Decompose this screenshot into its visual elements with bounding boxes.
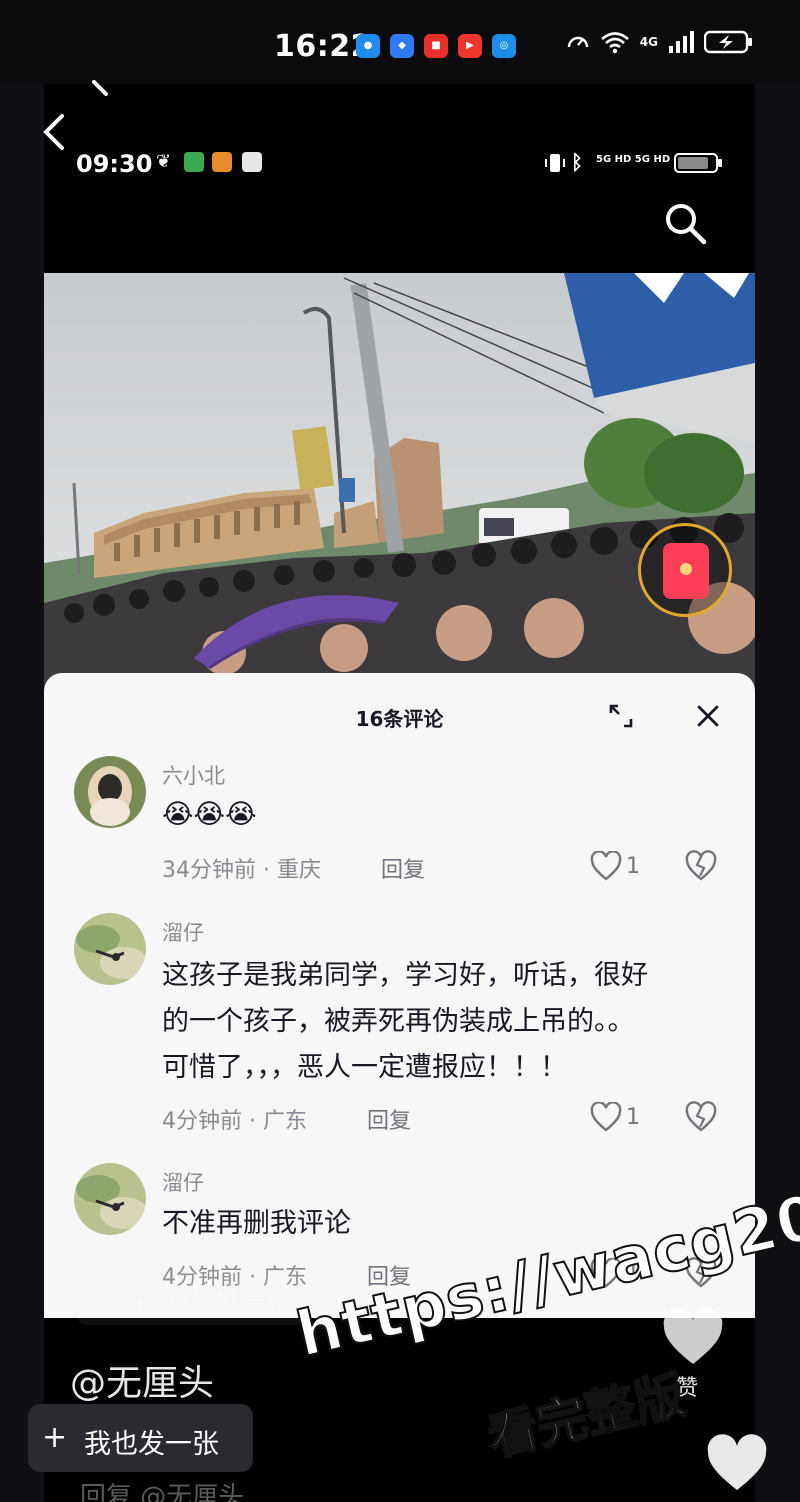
inner-battery-icon <box>674 153 722 173</box>
ghost-post-button: + 我也发一张 <box>78 1270 303 1325</box>
avatar[interactable] <box>74 1163 146 1235</box>
ghost-post-text: 我也发一张 <box>164 1287 290 1316</box>
post-one-label: 我也发一张 <box>84 1429 219 1460</box>
avatar[interactable] <box>74 756 146 828</box>
comment-text: 😭😭😭 <box>162 799 257 830</box>
ghost-post-label: + 我也发一张 <box>130 1282 290 1318</box>
frame-right <box>755 84 800 1502</box>
post-one-button[interactable]: + 我也发一张 <box>28 1404 253 1472</box>
like-button[interactable]: 1 <box>590 1099 650 1135</box>
inner-network: 5G HD 5G HD <box>596 154 671 165</box>
network-type: 4G <box>639 35 658 49</box>
close-icon[interactable] <box>695 703 721 729</box>
comment-text-line: 可惜了，，，恶人一定遭报应！！！ <box>162 1052 567 1083</box>
search-icon[interactable] <box>662 200 708 246</box>
avatar[interactable] <box>74 913 146 985</box>
chat-icon: ❦ <box>156 151 172 172</box>
inner-status-bar: 09:30 ❦ ᛒ 5G HD 5G HD <box>44 138 755 188</box>
comment-text-line: 这孩子是我弟同学，学习好，听话，很好 <box>162 960 648 991</box>
comments-title: 16条评论 <box>355 707 444 731</box>
mail-icon <box>242 152 262 172</box>
heart-icon <box>590 851 622 881</box>
dislike-icon[interactable] <box>684 1099 718 1133</box>
post-photo[interactable] <box>44 273 755 703</box>
video-icon: ▶ <box>458 34 482 58</box>
speed-icon <box>567 36 588 48</box>
shield-icon: ◆ <box>390 34 414 58</box>
plus-icon: + <box>42 1420 68 1455</box>
outer-status-bar: 16:22 ● ◆ ■ ▶ ◎ 4G <box>0 0 800 84</box>
crowd-scene-image <box>44 273 755 703</box>
comment-username[interactable]: 溜仔 <box>162 1167 204 1197</box>
battery-charging-icon <box>704 30 752 54</box>
wifi-icon <box>600 32 629 54</box>
like-count: 1 <box>626 1104 640 1130</box>
bluetooth-icon: ᛒ <box>571 150 583 174</box>
signal-icon <box>669 31 694 53</box>
author-name[interactable]: @无厘头 <box>70 1354 214 1406</box>
comment-username[interactable]: 六小北 <box>162 760 225 790</box>
message-icon: ● <box>356 34 380 58</box>
reply-button[interactable]: 回复 <box>381 852 425 884</box>
comment-meta: 4分钟前 · 广东 <box>162 1109 307 1134</box>
app-icon <box>184 152 204 172</box>
reply-button[interactable]: 回复 <box>367 1103 411 1135</box>
red-envelope-icon <box>663 543 709 599</box>
comment-meta: 34分钟前 · 重庆 <box>162 858 321 883</box>
chevron-up-icon <box>92 80 108 96</box>
red-envelope-button[interactable] <box>638 523 732 617</box>
inner-status-time: 09:30 <box>76 150 153 178</box>
like-count: 1 <box>626 853 640 879</box>
plus-icon: + <box>130 1287 151 1316</box>
heart-icon[interactable] <box>704 1434 770 1494</box>
vibrate-icon <box>545 154 565 172</box>
expand-icon[interactable] <box>608 703 634 729</box>
heart-icon <box>590 1102 622 1132</box>
comment-text-line: 的一个孩子，被弄死再伪装成上吊的。。 <box>162 1006 635 1037</box>
dislike-icon[interactable] <box>684 848 718 882</box>
frame-left <box>0 84 44 1502</box>
like-button[interactable]: 1 <box>590 848 650 884</box>
reply-input-preview[interactable]: 回复 @无厘头 <box>80 1476 244 1502</box>
status-indicators: 4G <box>566 30 754 54</box>
browser-icon: ◎ <box>492 34 516 58</box>
app-icon <box>212 152 232 172</box>
comment-username[interactable]: 溜仔 <box>162 917 204 947</box>
news-icon: ■ <box>424 34 448 58</box>
